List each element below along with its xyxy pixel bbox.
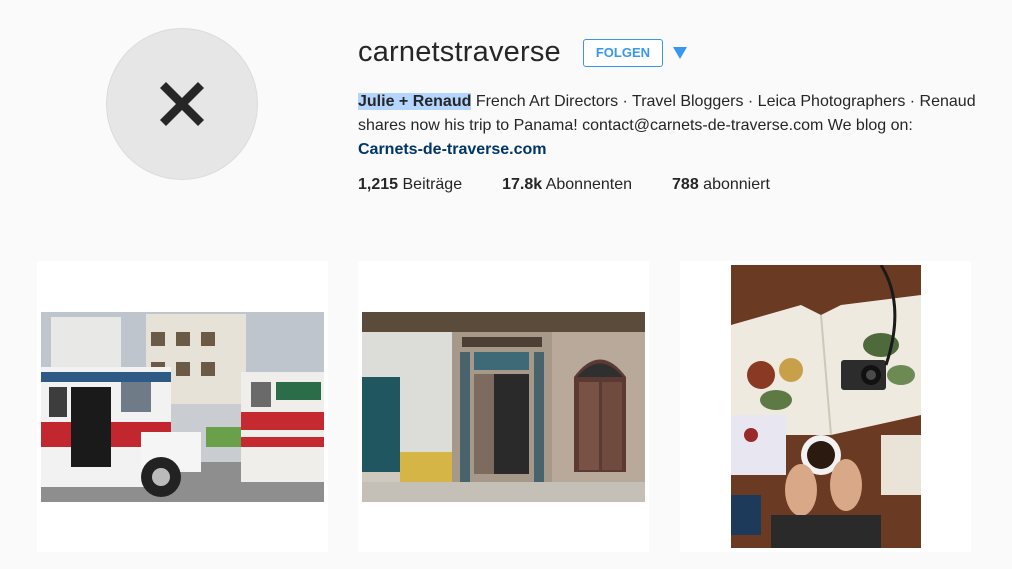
dropdown-button[interactable] — [673, 46, 689, 60]
triangle-down-icon — [673, 46, 688, 59]
post-buses[interactable] — [37, 261, 328, 552]
profile-avatar — [106, 28, 258, 180]
stat-following-label: abonniert — [703, 176, 770, 193]
stat-followers[interactable]: 17.8k Abonnenten — [502, 176, 632, 194]
stat-followers-count: 17.8k — [502, 176, 543, 193]
post-doors[interactable] — [358, 261, 649, 552]
flatlay-book-camera-photo — [730, 265, 921, 548]
post-flatlay[interactable] — [680, 261, 971, 552]
profile-stats: 1,215 Beiträge 17.8k Abonnenten 788 abon… — [358, 176, 810, 194]
stat-posts-label: Beiträge — [402, 176, 463, 193]
stat-posts-count: 1,215 — [358, 176, 399, 193]
bio-name: Julie + Renaud — [358, 93, 472, 110]
stat-posts: 1,215 Beiträge — [358, 176, 462, 194]
profile-bio: Julie + Renaud French Art Directors · Tr… — [358, 90, 978, 162]
username: carnetstraverse — [358, 36, 561, 68]
old-doors-photo — [362, 311, 645, 502]
buses-street-photo — [41, 311, 324, 502]
bio-link[interactable]: Carnets-de-traverse.com — [358, 141, 547, 158]
stat-following[interactable]: 788 abonniert — [672, 176, 770, 194]
stat-following-count: 788 — [672, 176, 699, 193]
stat-followers-label: Abonnenten — [545, 176, 633, 193]
follow-button[interactable]: FOLGEN — [582, 38, 664, 67]
profile-header: carnetstraverse FOLGEN — [358, 36, 689, 69]
close-x-icon — [160, 82, 204, 126]
